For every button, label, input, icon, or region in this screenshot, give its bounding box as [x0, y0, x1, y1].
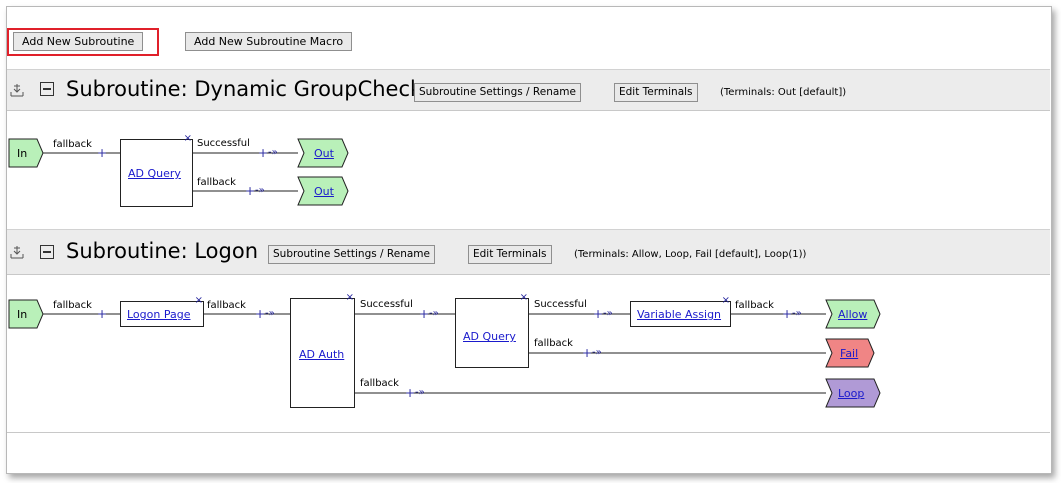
loop-terminal[interactable]: Loop [838, 387, 864, 400]
ad-auth-link[interactable]: AD Auth [299, 348, 344, 361]
variable-assign-node: × Variable Assign [630, 296, 731, 327]
add-item-icon[interactable]: + [582, 347, 592, 359]
fallback-label: fallback [360, 378, 399, 389]
add-item-icon[interactable]: + [255, 308, 265, 320]
delete-icon[interactable]: × [520, 293, 528, 303]
allow-terminal[interactable]: Allow [838, 308, 867, 321]
in-terminal: In [17, 308, 28, 321]
variable-assign-link[interactable]: Variable Assign [637, 308, 721, 321]
delete-icon[interactable]: × [346, 293, 354, 303]
go-icon[interactable]: -» [592, 348, 602, 358]
fail-terminal[interactable]: Fail [840, 347, 858, 360]
section-divider [7, 432, 1050, 433]
go-icon[interactable]: -» [429, 309, 439, 319]
ad-query-link[interactable]: AD Query [463, 330, 516, 343]
go-icon[interactable]: -» [265, 309, 275, 319]
add-item-icon[interactable]: + [782, 308, 792, 320]
go-icon[interactable]: -» [792, 309, 802, 319]
fallback-label: fallback [534, 338, 573, 349]
fallback-label: fallback [735, 300, 774, 311]
flow-connectors-2 [8, 299, 881, 408]
logon-page-node: × Logon Page [120, 296, 204, 327]
fallback-label: fallback [207, 300, 246, 311]
ad-auth-node: × AD Auth [290, 293, 355, 408]
add-item-icon[interactable]: + [97, 308, 107, 320]
delete-icon[interactable]: × [195, 296, 203, 306]
add-item-icon[interactable]: + [419, 308, 429, 320]
delete-icon[interactable]: × [722, 296, 730, 306]
go-icon[interactable]: -» [603, 309, 613, 319]
ad-query-node: × AD Query [455, 293, 529, 368]
add-item-icon[interactable]: + [405, 387, 415, 399]
successful-label: Successful [360, 299, 413, 310]
fallback-label: fallback [53, 300, 92, 311]
add-item-icon[interactable]: + [593, 308, 603, 320]
logon-page-link[interactable]: Logon Page [127, 308, 190, 321]
successful-label: Successful [534, 299, 587, 310]
go-icon[interactable]: -» [415, 388, 425, 398]
